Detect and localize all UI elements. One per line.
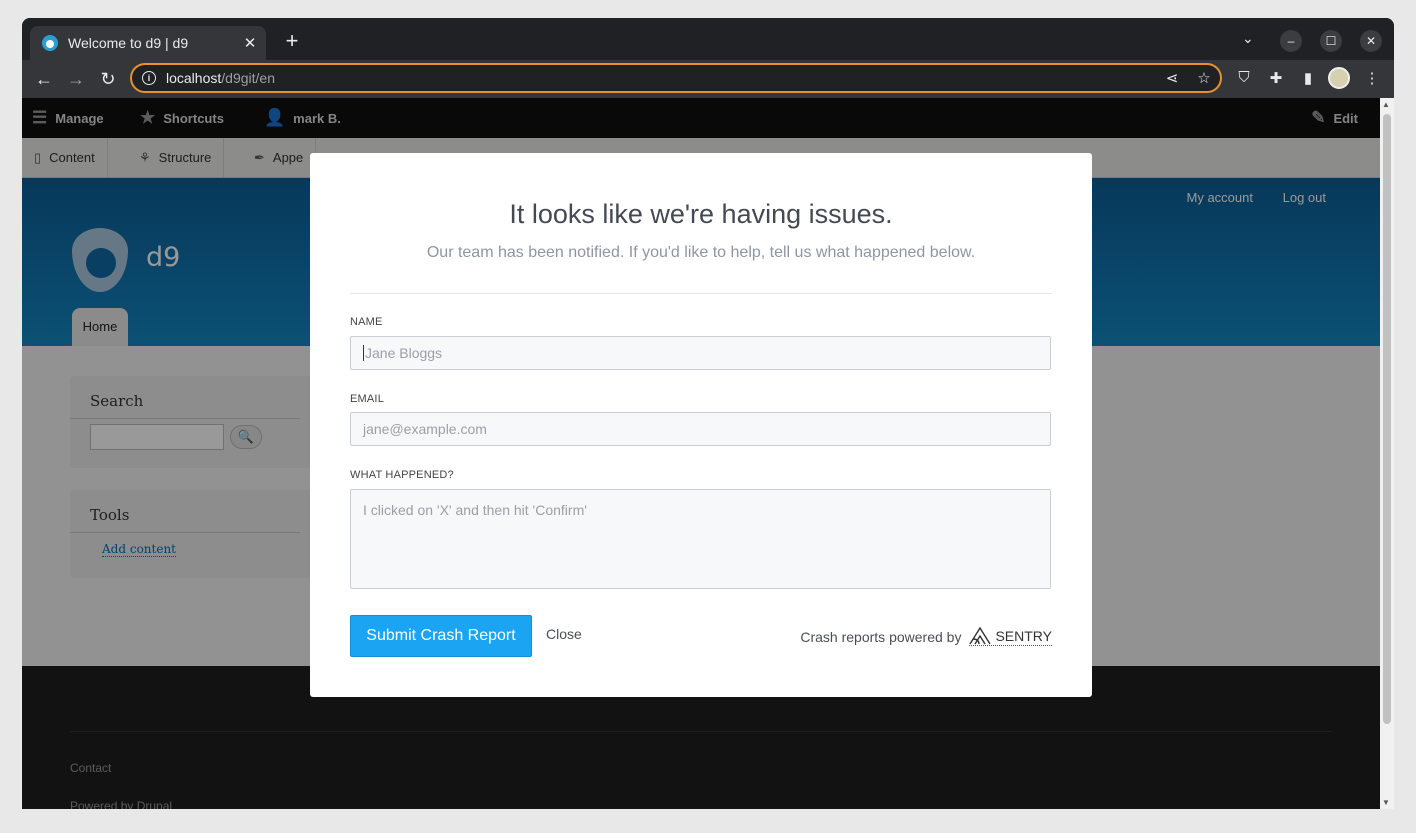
- scroll-down-icon[interactable]: ▼: [1382, 798, 1390, 807]
- star-icon[interactable]: ☆: [1188, 69, 1220, 87]
- email-label: EMAIL: [350, 393, 385, 405]
- tab-title: Welcome to d9 | d9: [68, 35, 189, 51]
- sidepanel-icon[interactable]: ▮: [1298, 69, 1318, 87]
- address-bar[interactable]: i localhost/d9git/en ⋖ ☆: [130, 63, 1222, 93]
- submit-crash-report-button[interactable]: Submit Crash Report: [350, 615, 532, 657]
- dialog-divider: [350, 293, 1052, 294]
- share-icon[interactable]: ⋖: [1156, 69, 1188, 87]
- what-happened-placeholder: I clicked on 'X' and then hit 'Confirm': [363, 502, 587, 518]
- profile-avatar-icon[interactable]: [1328, 67, 1350, 89]
- minimize-button[interactable]: –: [1280, 30, 1302, 52]
- extensions-icon[interactable]: ✚: [1266, 69, 1286, 87]
- sentry-wordmark: SENTRY: [995, 628, 1052, 644]
- email-field[interactable]: jane@example.com: [350, 412, 1051, 446]
- url-text[interactable]: localhost/d9git/en: [166, 70, 1156, 86]
- new-tab-button[interactable]: +: [282, 30, 302, 52]
- scrollbar-thumb[interactable]: [1383, 114, 1391, 724]
- text-caret: [363, 345, 364, 361]
- tab-strip: Welcome to d9 | d9 ✕ + ⌄ – ☐ ✕: [22, 18, 1394, 60]
- close-window-button[interactable]: ✕: [1360, 30, 1382, 52]
- dialog-subtitle: Our team has been notified. If you'd lik…: [426, 244, 976, 261]
- crash-report-dialog: It looks like we're having issues. Our t…: [310, 153, 1092, 697]
- email-placeholder: jane@example.com: [363, 421, 487, 437]
- url-path: /d9git/en: [221, 70, 275, 86]
- what-happened-field[interactable]: I clicked on 'X' and then hit 'Confirm': [350, 489, 1051, 589]
- reload-icon[interactable]: ↻: [97, 68, 119, 90]
- browser-toolbar: ← → ↻ i localhost/d9git/en ⋖ ☆ ⛉ ✚ ▮ ⋮: [22, 60, 1394, 98]
- tab-search-chevron-icon[interactable]: ⌄: [1242, 30, 1254, 47]
- browser-window: Welcome to d9 | d9 ✕ + ⌄ – ☐ ✕ ← → ↻ i l…: [22, 18, 1394, 809]
- dialog-title: It looks like we're having issues.: [509, 199, 893, 229]
- powered-by: Crash reports powered by SENTRY: [800, 627, 1052, 646]
- scroll-up-icon[interactable]: ▲: [1382, 100, 1390, 109]
- back-arrow-icon[interactable]: ←: [33, 68, 55, 90]
- browser-tab[interactable]: Welcome to d9 | d9 ✕: [30, 26, 266, 60]
- web-page: ☰ Manage ★ Shortcuts 👤 mark B. ✎ Edit ▯ Conte…: [22, 98, 1380, 809]
- site-info-icon[interactable]: i: [142, 71, 156, 85]
- sentry-logo-icon: [969, 627, 992, 645]
- tab-close-icon[interactable]: ✕: [240, 34, 260, 52]
- maximize-button[interactable]: ☐: [1320, 30, 1342, 52]
- page-scrollbar[interactable]: ▲ ▼: [1380, 98, 1394, 809]
- name-field[interactable]: Jane Bloggs: [350, 336, 1051, 370]
- name-label: NAME: [350, 316, 383, 328]
- url-host: localhost: [166, 70, 222, 86]
- what-happened-label: WHAT HAPPENED?: [350, 469, 454, 481]
- powered-by-text: Crash reports powered by: [800, 628, 962, 645]
- ublock-icon[interactable]: ⛉: [1234, 69, 1254, 86]
- drupal-favicon-icon: [42, 35, 58, 51]
- name-placeholder: Jane Bloggs: [365, 345, 443, 361]
- kebab-menu-icon[interactable]: ⋮: [1362, 69, 1382, 87]
- close-button[interactable]: Close: [546, 626, 582, 642]
- sentry-link[interactable]: SENTRY: [969, 627, 1052, 646]
- forward-arrow-icon[interactable]: →: [65, 68, 87, 90]
